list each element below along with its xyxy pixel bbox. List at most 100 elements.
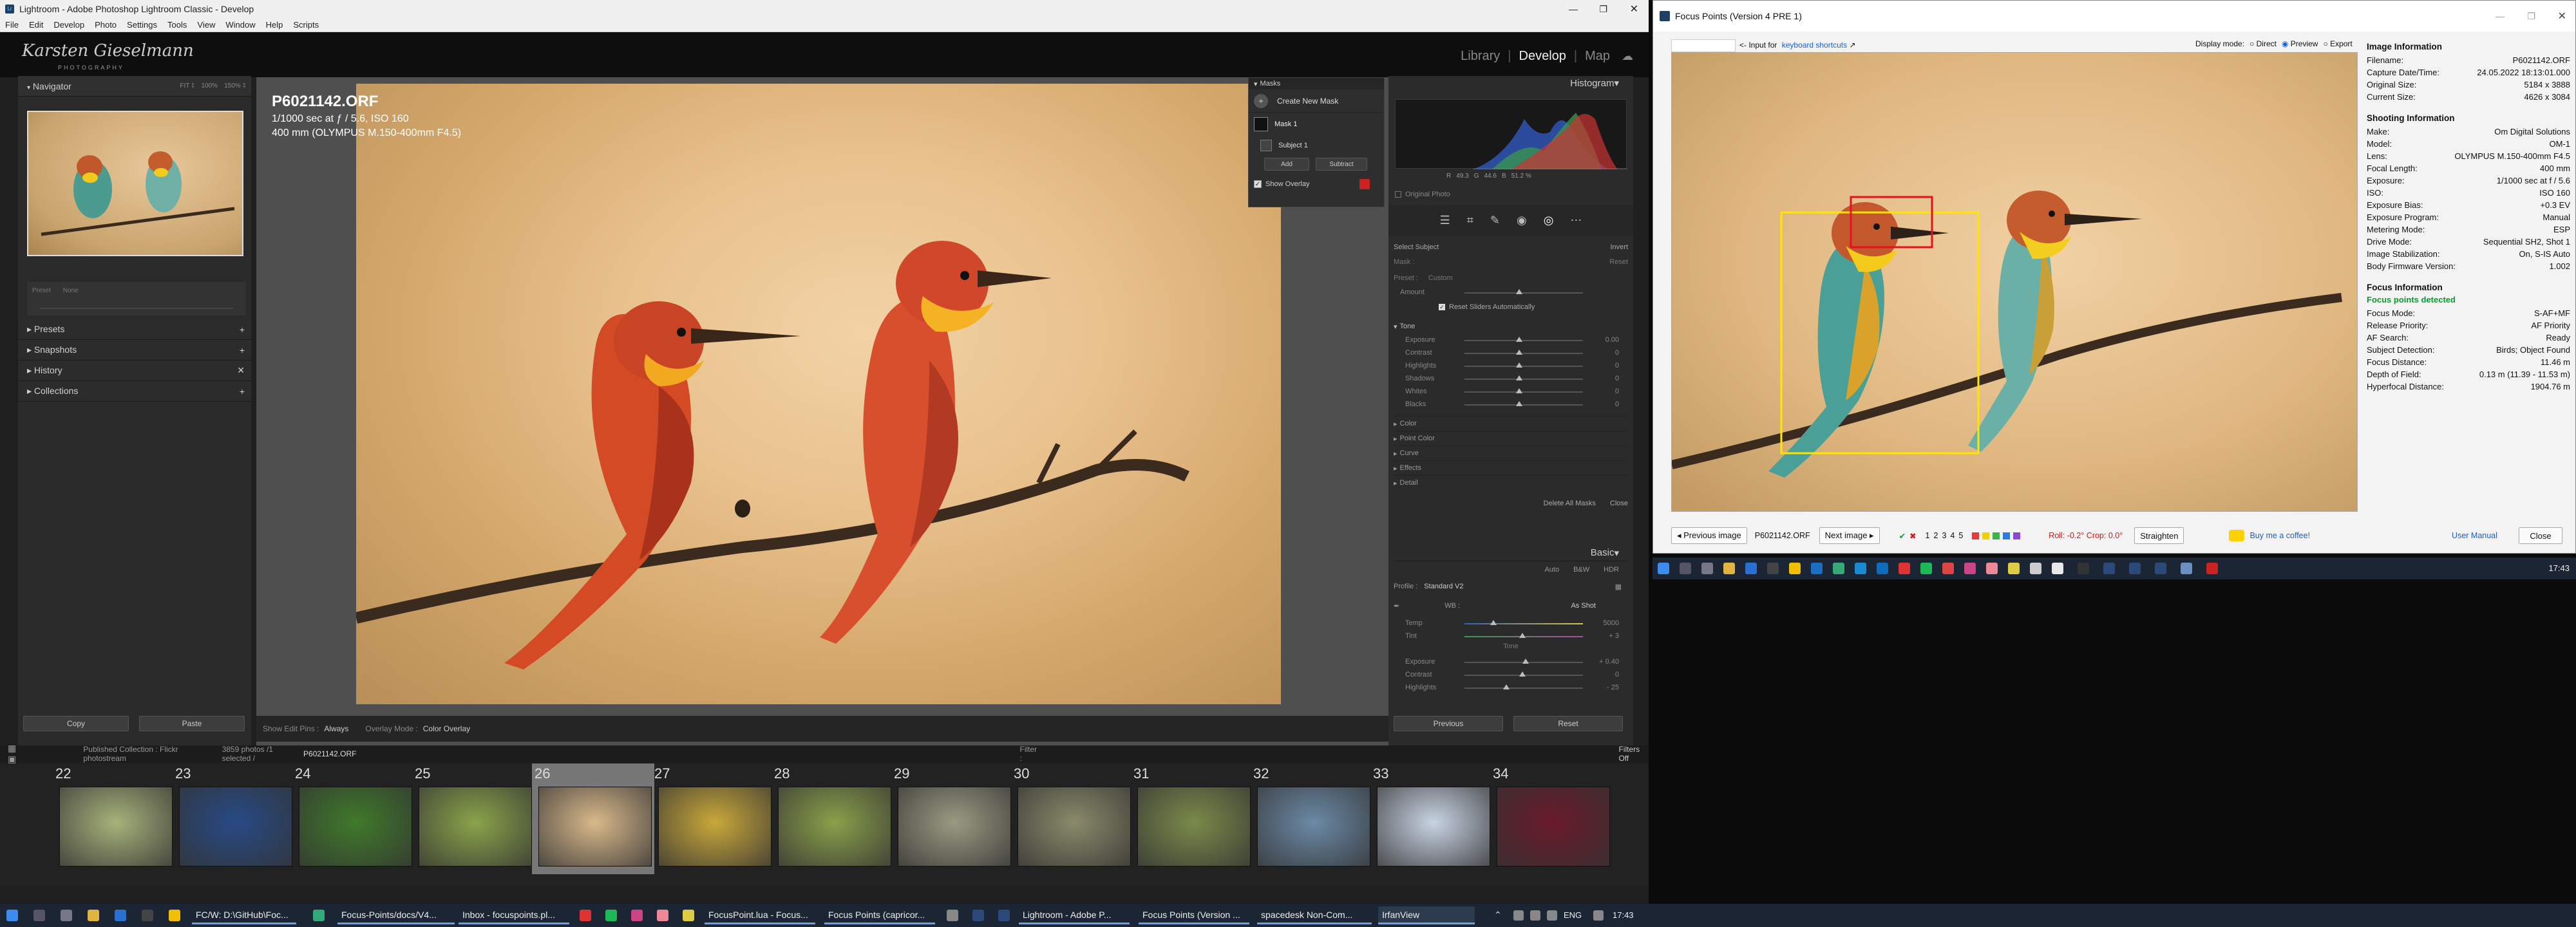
wb-eyedropper-icon[interactable]: ✒ — [1394, 602, 1399, 610]
start-icon[interactable] — [1658, 563, 1669, 574]
fp-close-icon[interactable]: ✕ — [2558, 10, 2566, 23]
module-map[interactable]: Map — [1585, 49, 1610, 64]
temp-slider[interactable]: Temp 5000 — [1394, 617, 1628, 630]
app-icon-7[interactable] — [2008, 563, 2020, 574]
amount-slider[interactable]: Amount — [1394, 286, 1628, 299]
app-icon-8[interactable] — [2030, 563, 2041, 574]
focus-preview-image[interactable] — [1671, 52, 2358, 512]
tray-wifi-icon[interactable] — [1593, 910, 1604, 921]
fp-maximize-icon[interactable]: ❐ — [2527, 11, 2535, 22]
filters-off-select[interactable]: Filters Off — [1618, 745, 1649, 763]
main-photo[interactable] — [354, 84, 1281, 704]
main-explorer-icon[interactable] — [88, 910, 99, 921]
task-7[interactable]: Focus Points (Version ... — [1139, 906, 1249, 924]
mask-add-button[interactable]: Add — [1264, 158, 1309, 171]
main-store-icon[interactable] — [115, 910, 126, 921]
add-collection-icon[interactable]: + — [240, 386, 245, 397]
mask-1-item[interactable]: Mask 1 — [1249, 113, 1384, 136]
reset-sliders-checkbox[interactable]: ✓ — [1439, 304, 1445, 310]
zoom-fit[interactable]: FIT ‡ — [180, 82, 194, 89]
app-icon-10[interactable] — [2078, 563, 2089, 574]
edge-icon[interactable] — [1855, 563, 1866, 574]
label-blue[interactable] — [2003, 532, 2011, 539]
delete-all-masks-button[interactable]: Delete All Masks — [1544, 500, 1596, 507]
more-tools-icon[interactable]: ⋯ — [1570, 214, 1582, 227]
add-preset-icon[interactable]: + — [240, 324, 245, 335]
snapshots-header[interactable]: ▸ Snapshots + — [18, 340, 251, 360]
label-purple[interactable] — [2013, 532, 2021, 539]
grid-view-icon[interactable]: ▦ ▣ — [8, 743, 25, 765]
tray-language[interactable]: ENG — [1564, 910, 1582, 920]
profile-browser-icon[interactable]: ▦ — [1615, 583, 1622, 591]
original-photo-checkbox[interactable] — [1395, 191, 1401, 198]
filmstrip-thumbnail[interactable] — [59, 787, 173, 866]
label-yellow[interactable] — [1982, 532, 1990, 539]
app-icon-12[interactable] — [2129, 563, 2141, 574]
navigator-preview[interactable] — [18, 97, 251, 258]
main-app-4-icon[interactable] — [657, 910, 668, 921]
irfanview-icon[interactable] — [2206, 563, 2218, 574]
spotify-icon[interactable] — [1920, 563, 1932, 574]
paste-button[interactable]: Paste — [139, 716, 245, 731]
main-app-2-icon[interactable] — [169, 910, 180, 921]
tone-section-header[interactable]: ▾ Tone — [1394, 319, 1628, 333]
mask-section-point-color[interactable]: ▸ Point Color — [1394, 431, 1628, 445]
tray-chevron-icon[interactable]: ⌃ — [1494, 910, 1502, 921]
main-search-icon[interactable] — [33, 910, 45, 921]
label-red[interactable] — [1972, 532, 1980, 539]
app-icon-6[interactable] — [1986, 563, 1998, 574]
close-icon[interactable]: ✕ — [1630, 3, 1638, 15]
mask-section-curve[interactable]: ▸ Curve — [1394, 445, 1628, 460]
app-icon-11[interactable] — [2103, 563, 2115, 574]
tray-settings-icon[interactable] — [1547, 910, 1557, 921]
basic-header[interactable]: Basic ▾ — [1394, 545, 1628, 561]
menu-develop[interactable]: Develop — [53, 20, 84, 30]
mask-slider-highlights[interactable]: Highlights 0 — [1394, 359, 1628, 372]
main-start-icon[interactable] — [6, 910, 18, 921]
mask-reset[interactable]: Reset — [1609, 258, 1628, 266]
history-header[interactable]: ▸ History ✕ — [18, 360, 251, 381]
app-icon-2[interactable] — [1789, 563, 1801, 574]
coffee-icon[interactable] — [2229, 530, 2245, 541]
task-view-icon[interactable] — [1701, 563, 1713, 574]
reject-flag-icon[interactable]: ✖ — [1909, 531, 1916, 541]
module-menu-icon[interactable]: ☁ — [1622, 50, 1633, 63]
rating-3[interactable]: 3 — [1942, 531, 1946, 540]
exposure-slider[interactable]: Exposure + 0.40 — [1394, 655, 1628, 668]
prev-image-button[interactable]: ◂ Previous image — [1671, 527, 1747, 544]
filmstrip-thumbnail[interactable] — [1377, 787, 1490, 866]
filmstrip-thumbnail[interactable] — [658, 787, 772, 866]
previous-button[interactable]: Previous — [1394, 716, 1503, 731]
mask-section-color[interactable]: ▸ Color — [1394, 416, 1628, 431]
main-app-6-icon[interactable] — [947, 910, 958, 921]
mask-subtract-button[interactable]: Subtract — [1316, 158, 1367, 171]
menu-view[interactable]: View — [197, 20, 215, 30]
filmstrip-thumbnail[interactable] — [179, 787, 292, 866]
filmstrip-thumbnail[interactable] — [299, 787, 412, 866]
subject-1-item[interactable]: Subject 1 — [1249, 136, 1384, 155]
presets-header[interactable]: ▸ Presets + — [18, 319, 251, 340]
task-9[interactable]: IrfanView — [1378, 906, 1475, 924]
filmstrip-thumbnail[interactable] — [419, 787, 532, 866]
app-icon-13[interactable] — [2181, 563, 2192, 574]
straighten-button[interactable]: Straighten — [2134, 527, 2184, 544]
hdr-button[interactable]: HDR — [1604, 566, 1619, 574]
menu-tools[interactable]: Tools — [167, 20, 187, 30]
overlay-color-swatch[interactable] — [1359, 179, 1370, 189]
main-app-5-icon[interactable] — [683, 910, 694, 921]
opera-icon[interactable] — [1899, 563, 1910, 574]
rating-1[interactable]: 1 — [1926, 531, 1930, 540]
filmstrip-thumbnail[interactable] — [898, 787, 1011, 866]
task-1[interactable]: FC/W: D:\GitHub\Foc... — [192, 906, 296, 924]
next-image-button[interactable]: Next image ▸ — [1819, 527, 1880, 544]
zoom-100[interactable]: 100% — [202, 82, 218, 89]
mode-preview-radio[interactable]: ◉ Preview — [2282, 39, 2318, 48]
tint-slider[interactable]: Tint + 3 — [1394, 630, 1628, 642]
menu-edit[interactable]: Edit — [29, 20, 43, 30]
task-5[interactable]: Focus Points (capricor... — [824, 906, 935, 924]
edit-pins-select[interactable]: Always — [324, 724, 348, 733]
auto-button[interactable]: Auto — [1544, 566, 1559, 574]
shortcut-input[interactable] — [1671, 39, 1736, 52]
app-icon-3[interactable] — [1811, 563, 1823, 574]
label-green[interactable] — [1993, 532, 2000, 539]
